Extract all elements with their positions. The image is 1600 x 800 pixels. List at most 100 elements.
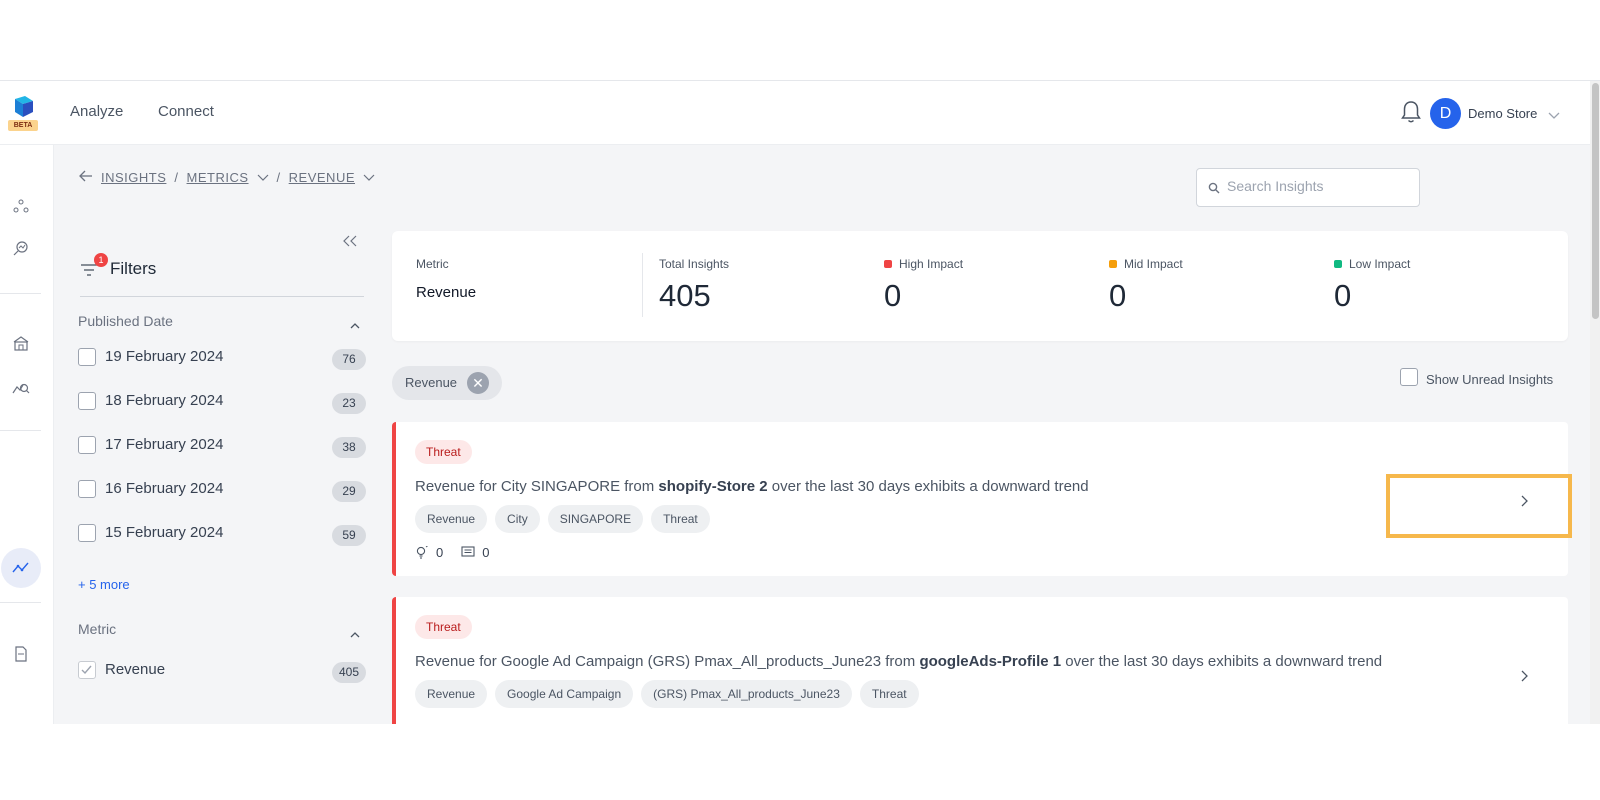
metric-checkbox[interactable] — [78, 661, 96, 679]
date-label: 15 February 2024 — [105, 524, 224, 541]
metric-filter-row[interactable]: Revenue 405 — [78, 659, 366, 683]
chevron-up-icon[interactable] — [350, 316, 360, 334]
date-label: 17 February 2024 — [105, 436, 224, 453]
mid-impact-dot — [1109, 260, 1117, 268]
logo-cube-icon — [15, 96, 33, 117]
date-filter-row[interactable]: 19 February 2024 76 — [78, 346, 366, 370]
explore-icon[interactable] — [12, 239, 30, 257]
insight-tags: Revenue City SINGAPORE Threat — [415, 505, 710, 533]
count-badge: 23 — [332, 393, 366, 414]
user-avatar[interactable]: D — [1430, 98, 1461, 129]
metric-filter-title[interactable]: Metric — [78, 621, 116, 637]
total-insights-column: Total Insights 405 — [659, 257, 729, 314]
tag: (GRS) Pmax_All_products_June23 — [641, 680, 852, 708]
left-rail — [0, 145, 54, 724]
low-impact-dot — [1334, 260, 1342, 268]
app-logo[interactable]: BETA — [8, 95, 38, 131]
search-input[interactable] — [1227, 178, 1407, 194]
search-icon — [1208, 182, 1220, 194]
chevron-down-icon[interactable] — [1548, 107, 1560, 125]
active-filter-label: Revenue — [405, 375, 458, 390]
date-filter-row[interactable]: 18 February 2024 23 — [78, 390, 366, 414]
chevron-down-icon[interactable] — [257, 170, 269, 185]
highlight-box — [1386, 474, 1572, 538]
date-filter-row[interactable]: 16 February 2024 29 — [78, 478, 366, 502]
metric-label: Metric — [416, 257, 449, 271]
analytics-search-icon[interactable] — [12, 378, 30, 396]
ideas-count[interactable]: 0 — [415, 545, 443, 560]
show-unread-checkbox[interactable] — [1400, 368, 1418, 386]
collapse-panel-icon[interactable] — [342, 234, 358, 252]
date-filter-row[interactable]: 15 February 2024 59 — [78, 522, 366, 546]
date-checkbox[interactable] — [78, 480, 96, 498]
breadcrumb-insights[interactable]: INSIGHTS — [101, 170, 166, 185]
store-name[interactable]: Demo Store — [1468, 106, 1537, 121]
date-checkbox[interactable] — [78, 436, 96, 454]
metric-value: Revenue — [416, 284, 477, 301]
filter-icon[interactable]: 1 — [80, 253, 108, 282]
scrollbar-thumb[interactable] — [1592, 83, 1599, 319]
rail-divider — [0, 602, 41, 603]
rail-divider — [0, 430, 41, 431]
chevron-right-icon[interactable] — [1520, 669, 1528, 687]
comment-icon — [461, 546, 475, 557]
metric-column: Metric Revenue — [416, 257, 476, 301]
top-bar: BETA Analyze Connect D Demo Store — [0, 81, 1590, 145]
tag: Revenue — [415, 505, 488, 533]
date-filter-row[interactable]: 17 February 2024 38 — [78, 434, 366, 458]
comments-count[interactable]: 0 — [461, 545, 489, 560]
tag: Threat — [651, 505, 710, 533]
date-checkbox[interactable] — [78, 392, 96, 410]
breadcrumb-revenue[interactable]: REVENUE — [289, 170, 355, 185]
date-label: 19 February 2024 — [105, 348, 224, 365]
active-filter-chip: Revenue ✕ — [392, 366, 502, 400]
low-impact-label: Low Impact — [1349, 257, 1411, 271]
notifications-bell-icon[interactable] — [1400, 100, 1422, 129]
mid-impact-value: 0 — [1109, 278, 1127, 313]
checkmark-icon — [81, 665, 92, 675]
low-impact-value: 0 — [1334, 278, 1352, 313]
count-badge: 29 — [332, 481, 366, 502]
chevron-down-icon[interactable] — [363, 170, 375, 185]
remove-filter-close-icon[interactable]: ✕ — [467, 372, 489, 394]
count-badge: 38 — [332, 437, 366, 458]
metric-summary-card: Metric Revenue Total Insights 405 High I… — [392, 231, 1568, 341]
breadcrumb-metrics[interactable]: METRICS — [187, 170, 249, 185]
beta-badge: BETA — [8, 120, 38, 131]
back-arrow-icon[interactable] — [79, 170, 93, 185]
high-impact-value: 0 — [884, 278, 902, 313]
document-icon[interactable] — [12, 645, 30, 663]
high-impact-column: High Impact 0 — [884, 257, 963, 314]
total-insights-label: Total Insights — [659, 257, 730, 271]
rail-divider — [0, 293, 41, 294]
show-more-link[interactable]: + 5 more — [78, 577, 130, 592]
tag: Threat — [859, 680, 919, 708]
breadcrumb: INSIGHTS / METRICS / REVENUE — [79, 170, 375, 185]
published-date-title[interactable]: Published Date — [78, 313, 173, 329]
chevron-up-icon[interactable] — [350, 625, 360, 643]
tag: City — [495, 505, 540, 533]
insight-title[interactable]: Revenue for City SINGAPORE from shopify-… — [415, 478, 1089, 495]
tag: Revenue — [415, 680, 488, 708]
count-badge: 59 — [332, 525, 366, 546]
tag: SINGAPORE — [547, 505, 644, 533]
date-checkbox[interactable] — [78, 348, 96, 366]
summary-divider — [642, 253, 643, 317]
breadcrumb-separator: / — [276, 170, 281, 185]
insight-title[interactable]: Revenue for Google Ad Campaign (GRS) Pma… — [415, 653, 1382, 670]
nav-connect[interactable]: Connect — [158, 103, 214, 120]
filters-header: 1 Filters — [80, 253, 364, 297]
insights-trend-icon[interactable] — [12, 559, 30, 577]
date-checkbox[interactable] — [78, 524, 96, 542]
search-box[interactable] — [1196, 168, 1420, 207]
metric-label: Revenue — [105, 661, 166, 678]
date-label: 18 February 2024 — [105, 392, 224, 409]
date-label: 16 February 2024 — [105, 480, 224, 497]
filter-count-badge: 1 — [94, 253, 108, 267]
tag: Google Ad Campaign — [495, 680, 634, 708]
nodes-icon[interactable] — [12, 197, 30, 215]
insight-card[interactable]: Threat Revenue for Google Ad Campaign (G… — [392, 597, 1568, 724]
nav-analyze[interactable]: Analyze — [70, 103, 123, 120]
store-icon[interactable] — [12, 334, 30, 352]
threat-badge: Threat — [415, 440, 472, 464]
